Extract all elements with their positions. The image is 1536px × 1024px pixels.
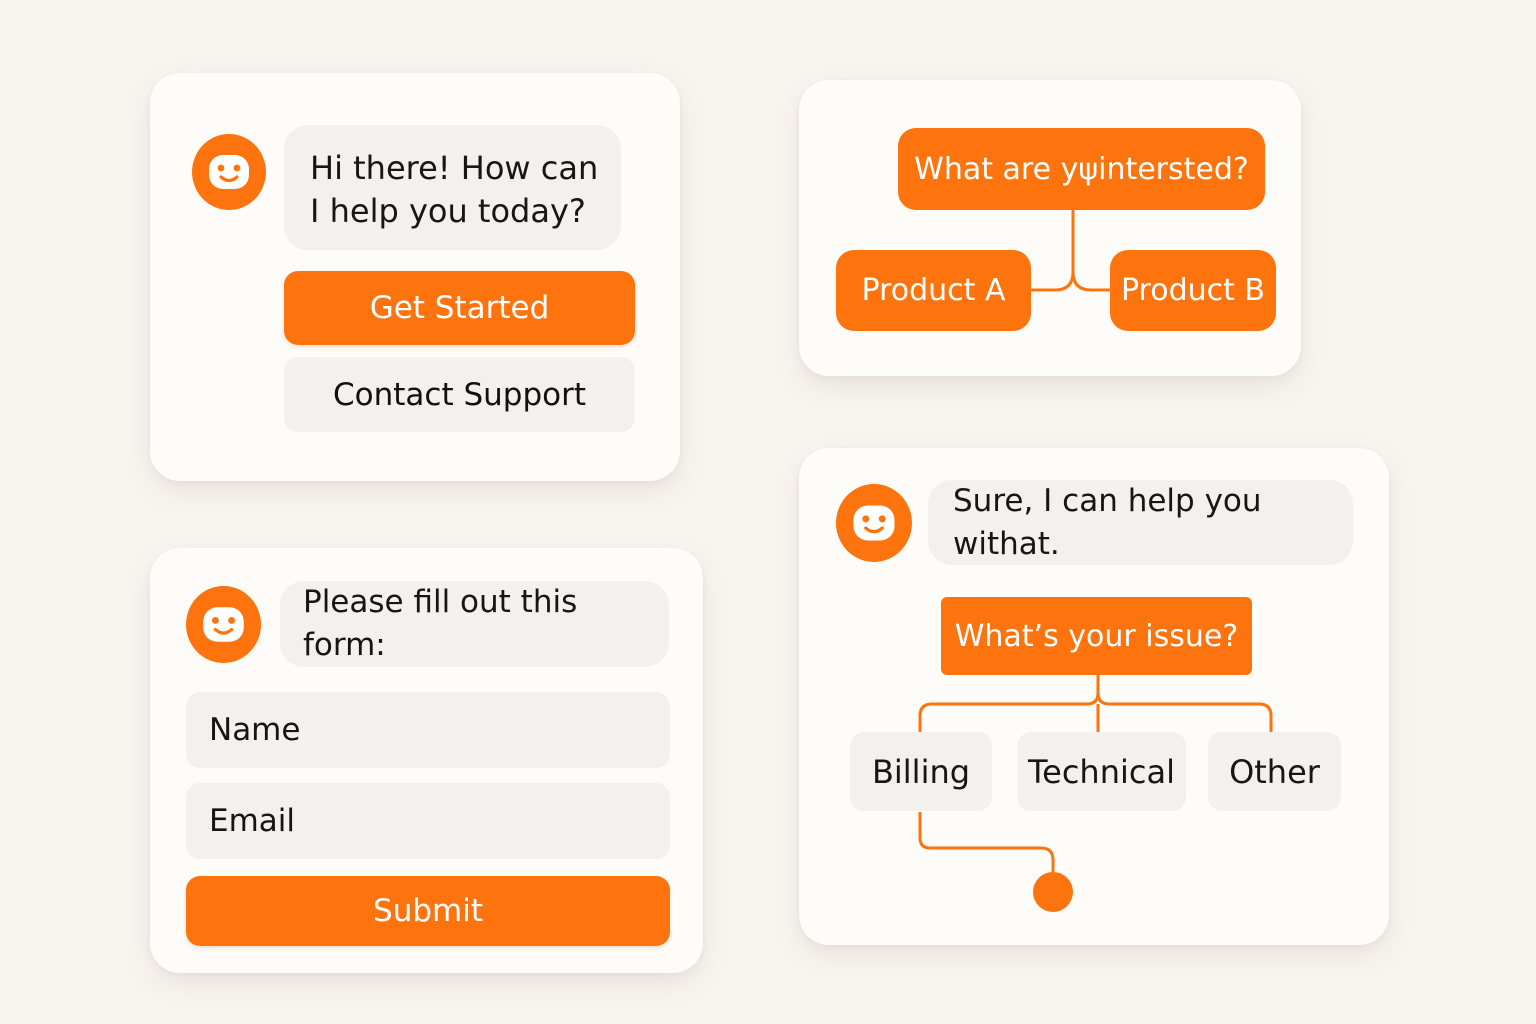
- email-field[interactable]: Email: [186, 783, 670, 859]
- interest-card: What are yψintersted? Product A Product …: [799, 80, 1301, 376]
- get-started-button[interactable]: Get Started: [284, 271, 635, 345]
- form-prompt-text: Please fill out this form:: [303, 584, 578, 663]
- interest-question-node: What are yψintersted?: [898, 128, 1265, 210]
- issue-card: Sure, I can help you withat. What’s your…: [799, 448, 1389, 945]
- contact-support-button[interactable]: Contact Support: [284, 357, 635, 432]
- product-b-button[interactable]: Product B: [1110, 250, 1276, 331]
- smiley-face-icon: [203, 607, 244, 642]
- billing-option[interactable]: Billing: [850, 732, 992, 811]
- name-field[interactable]: Name: [186, 692, 670, 768]
- bot-avatar: [192, 134, 266, 210]
- form-card: Please fill out this form: Name Email Su…: [150, 548, 703, 973]
- welcome-card: Hi there! How can I help you today? Get …: [150, 73, 680, 481]
- product-a-button[interactable]: Product A: [836, 250, 1031, 331]
- form-prompt-bubble: Please fill out this form:: [280, 581, 669, 667]
- greeting-bubble: Hi there! How can I help you today?: [284, 125, 621, 250]
- smiley-face-icon: [209, 155, 249, 189]
- technical-option[interactable]: Technical: [1017, 732, 1186, 811]
- greeting-line-2: I help you today?: [310, 192, 586, 230]
- interest-tree-connectors: [1031, 210, 1111, 292]
- issue-question-node: What’s your issue?: [941, 597, 1252, 675]
- bot-avatar: [186, 586, 261, 663]
- submit-button[interactable]: Submit: [186, 876, 670, 946]
- greeting-line-1: Hi there! How can: [310, 149, 599, 187]
- flow-end-node: [1033, 872, 1073, 912]
- other-option[interactable]: Other: [1208, 732, 1341, 811]
- issue-tree-connectors: [918, 675, 1273, 912]
